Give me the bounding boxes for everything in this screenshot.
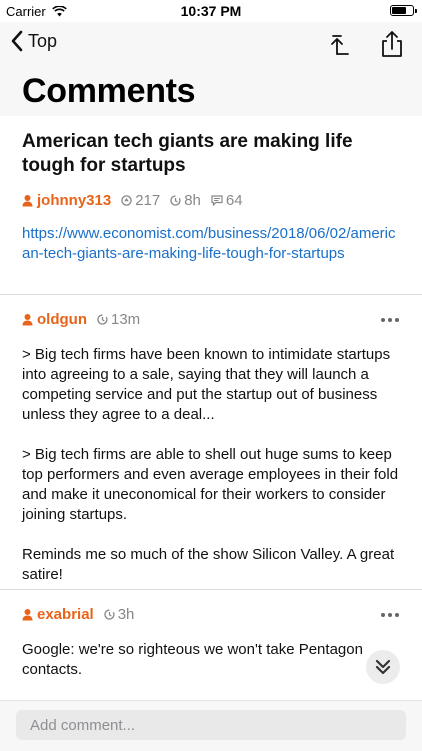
comment-author-name: exabrial — [37, 606, 94, 623]
back-button[interactable]: Top — [10, 30, 57, 52]
comment-author-name: oldgun — [37, 311, 87, 328]
battery-icon — [390, 5, 417, 16]
more-options-icon[interactable] — [380, 317, 400, 323]
user-icon — [22, 314, 33, 326]
status-time: 10:37 PM — [180, 3, 242, 19]
battery-level — [392, 7, 407, 14]
clock-icon — [170, 195, 181, 206]
comment-body: Google: we're so righteous we won't take… — [22, 640, 400, 680]
comment-age: 3h — [104, 606, 135, 623]
story-comment-count-value: 64 — [225, 192, 243, 209]
comment-author[interactable]: exabrial — [22, 606, 94, 623]
comment-age-value: 13m — [110, 311, 141, 328]
comment-paragraph: Reminds me so much of the show Silicon V… — [22, 546, 395, 583]
status-bar: Carrier 10:37 PM — [0, 0, 422, 22]
comment-author[interactable]: oldgun — [22, 311, 87, 328]
share-icon[interactable] — [378, 30, 406, 58]
double-chevron-down-icon — [375, 659, 391, 675]
user-icon — [22, 195, 33, 207]
navigation-bar: Top — [0, 22, 422, 66]
story-points: 217 — [121, 192, 160, 209]
story-link[interactable]: https://www.economist.com/business/2018/… — [22, 224, 402, 264]
comment: exabrial 3h Google: we're so righteous w… — [0, 590, 422, 700]
story-author-name: johnny313 — [37, 192, 112, 209]
story-age: 8h — [170, 192, 201, 209]
clock-icon — [104, 609, 115, 620]
comment-footer — [0, 700, 422, 751]
header-area: Comments — [0, 66, 422, 116]
story-comment-count: 64 — [211, 192, 243, 209]
scroll-to-top-icon[interactable] — [326, 30, 354, 58]
story-author[interactable]: johnny313 — [22, 192, 111, 209]
comment-age: 13m — [97, 311, 140, 328]
more-options-icon[interactable] — [380, 612, 400, 618]
comment: oldgun 13m > Big tech firms have been kn… — [0, 295, 422, 590]
chevron-left-icon — [11, 30, 23, 52]
points-icon — [121, 195, 132, 206]
story-title[interactable]: American tech giants are making life tou… — [22, 130, 402, 178]
story-age-value: 8h — [184, 192, 201, 209]
comment-meta: exabrial 3h — [22, 606, 134, 623]
scroll-down-button[interactable] — [366, 650, 400, 684]
comment-meta: oldgun 13m — [22, 311, 140, 328]
story-header: American tech giants are making life tou… — [0, 116, 422, 295]
comment-paragraph: > Big tech firms have been known to inti… — [22, 346, 391, 423]
comment-paragraph: > Big tech firms are able to shell out h… — [22, 446, 399, 523]
comment-body: > Big tech firms have been known to inti… — [22, 345, 400, 585]
user-icon — [22, 609, 33, 621]
back-button-label: Top — [28, 30, 58, 51]
page-title: Comments — [22, 72, 196, 110]
story-meta: johnny313 217 8h 64 — [22, 192, 243, 209]
comment-age-value: 3h — [117, 606, 135, 623]
comment-icon — [211, 195, 223, 206]
comment-input[interactable] — [16, 710, 406, 740]
story-points-value: 217 — [135, 192, 161, 209]
clock-icon — [97, 314, 108, 325]
comment-paragraph: Google: we're so righteous we won't take… — [22, 641, 363, 678]
